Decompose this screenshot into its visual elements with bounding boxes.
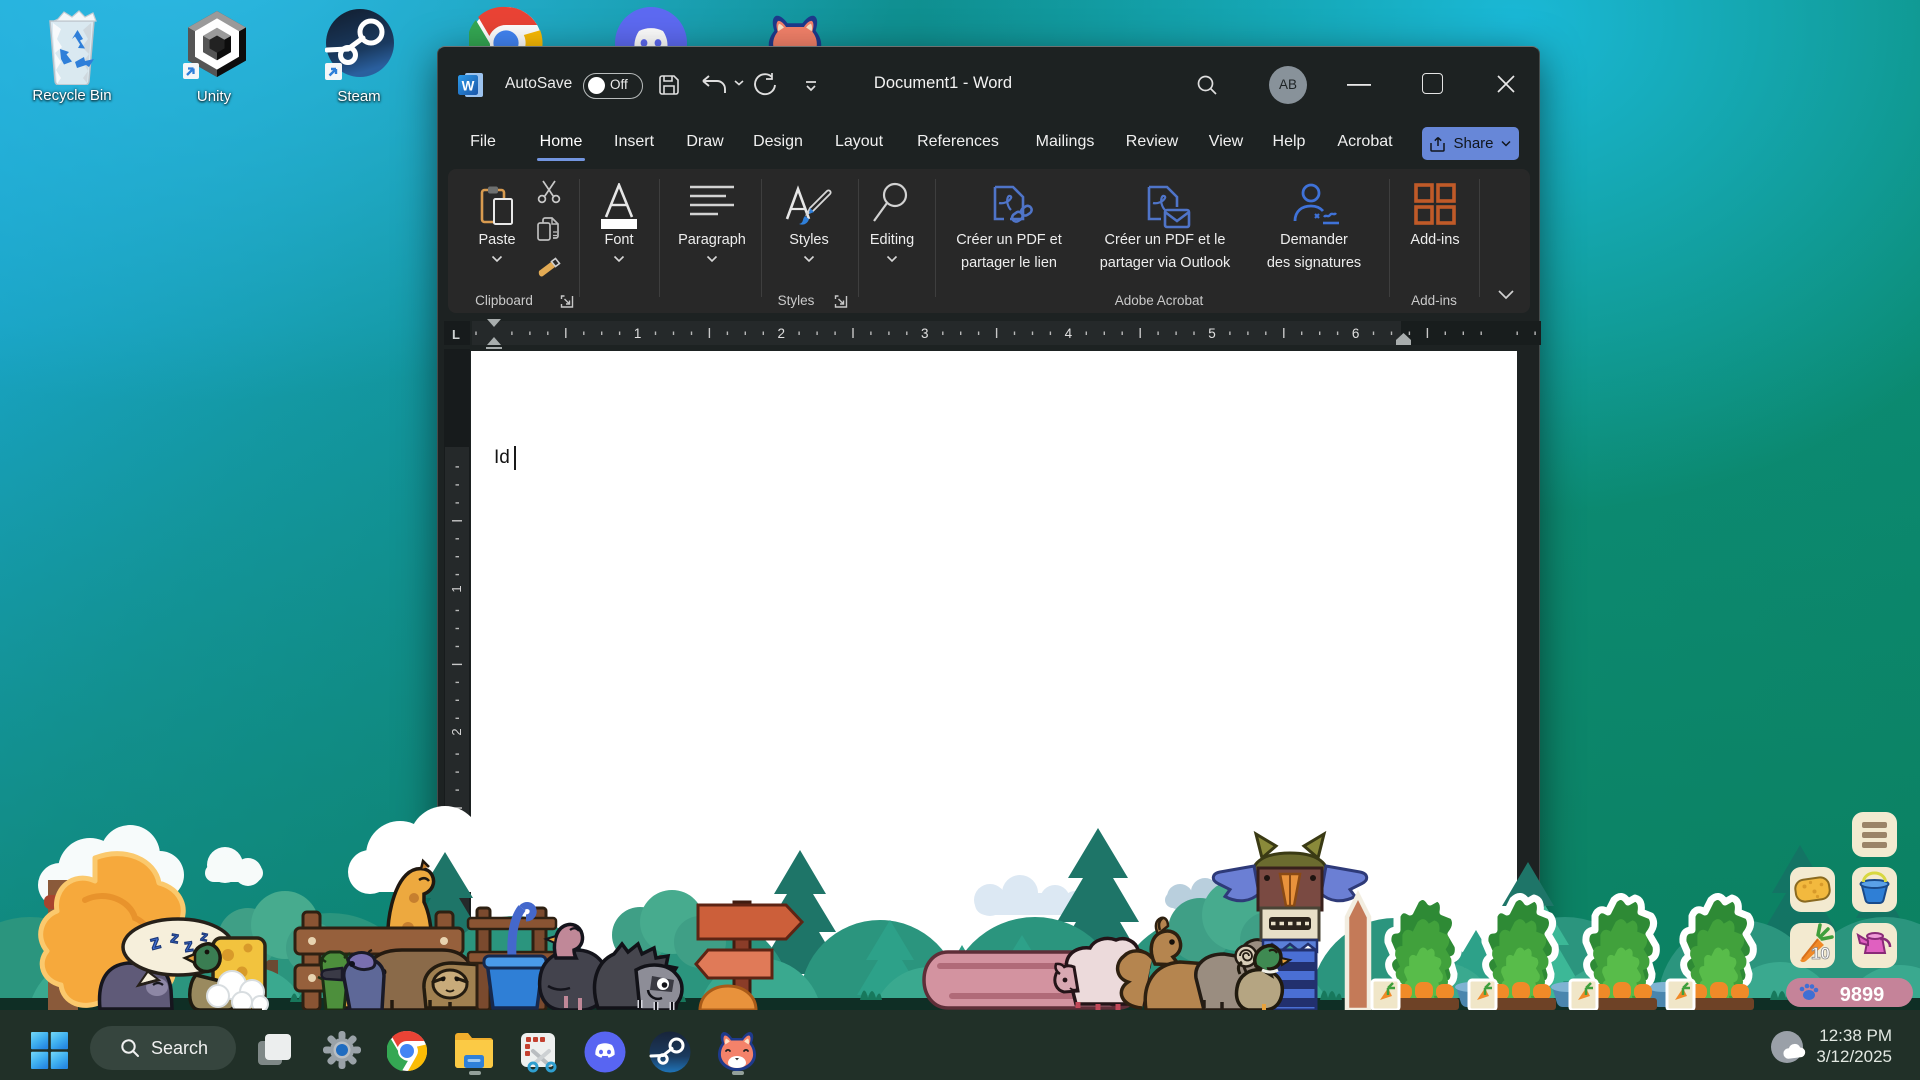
svg-text:9899: 9899 xyxy=(1840,984,1885,1006)
svg-text:5: 5 xyxy=(1208,326,1216,341)
svg-text:10: 10 xyxy=(1811,944,1830,963)
svg-text:L: L xyxy=(452,327,460,342)
svg-text:4: 4 xyxy=(1065,326,1073,341)
svg-text:W: W xyxy=(462,79,475,94)
svg-text:1: 1 xyxy=(634,326,642,341)
svg-text:3: 3 xyxy=(921,326,929,341)
svg-text:2: 2 xyxy=(777,326,785,341)
svg-text:1: 1 xyxy=(449,585,464,592)
svg-text:6: 6 xyxy=(1352,326,1360,341)
